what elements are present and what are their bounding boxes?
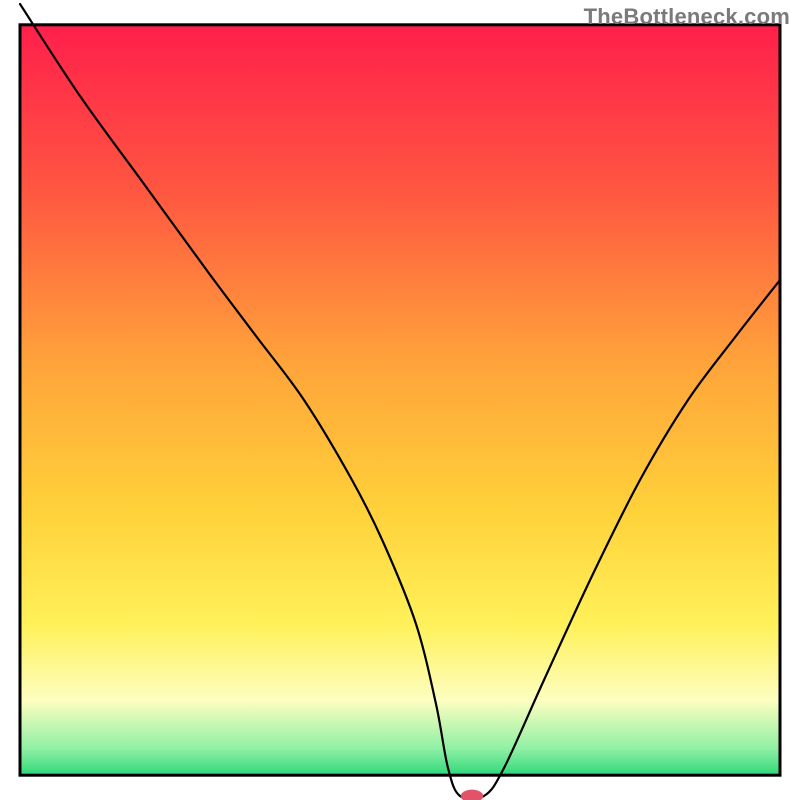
bottleneck-chart bbox=[0, 0, 800, 800]
gradient-background bbox=[20, 25, 780, 775]
watermark-text: TheBottleneck.com bbox=[584, 4, 790, 30]
chart-stage: TheBottleneck.com bbox=[0, 0, 800, 800]
optimal-marker bbox=[461, 790, 483, 800]
